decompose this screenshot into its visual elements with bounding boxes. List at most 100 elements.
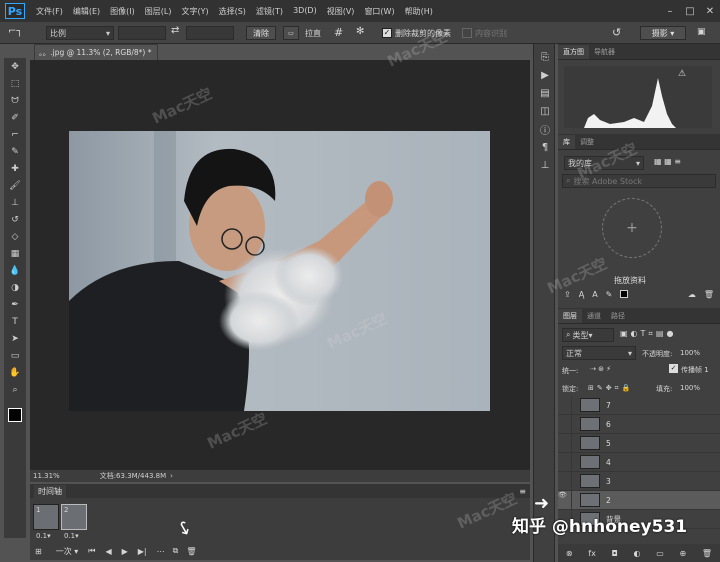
content-aware-checkbox[interactable] bbox=[462, 28, 472, 38]
layout-icon[interactable]: ▣ bbox=[697, 27, 706, 37]
fx-icon[interactable]: fx bbox=[588, 549, 596, 558]
unify-icons[interactable]: ⇢ ⊛ ⚡ bbox=[590, 365, 611, 373]
adjustment-icon[interactable]: ◐ bbox=[634, 549, 641, 558]
timeline-title[interactable]: 时间轴 bbox=[34, 484, 66, 498]
loop-select[interactable]: 一次 ▾ bbox=[56, 546, 79, 557]
type-tool-icon[interactable]: T bbox=[4, 313, 26, 330]
crop-tool-icon[interactable]: ⌐┐ bbox=[8, 26, 22, 37]
eraser-tool-icon[interactable]: ◇ bbox=[4, 228, 26, 245]
visibility-icon[interactable] bbox=[558, 471, 572, 491]
opacity-value[interactable]: 100% bbox=[680, 349, 700, 357]
eyedropper-tool-icon[interactable]: ✎ bbox=[4, 143, 26, 160]
warning-icon[interactable]: ⚠ bbox=[678, 69, 686, 79]
play-icon[interactable]: ▶ bbox=[122, 547, 128, 556]
brush-icon[interactable]: ✎ bbox=[606, 290, 613, 299]
text-style-icon[interactable]: Ą bbox=[579, 290, 584, 299]
timeline-frame[interactable]: 1 bbox=[33, 504, 59, 530]
fill-value[interactable]: 100% bbox=[680, 384, 700, 392]
frame-delay[interactable]: 0.1▾ bbox=[64, 532, 79, 540]
delete-cropped-checkbox[interactable]: ✓ bbox=[382, 28, 392, 38]
menu-item[interactable]: 编辑(E) bbox=[68, 6, 105, 17]
height-input[interactable] bbox=[186, 26, 234, 40]
straighten-icon[interactable]: ▭ bbox=[283, 26, 299, 40]
path-select-tool-icon[interactable]: ➤ bbox=[4, 330, 26, 347]
menu-item[interactable]: 文件(F) bbox=[31, 6, 68, 17]
lock-icons[interactable]: ⊞✎✥⌗🔒 bbox=[588, 384, 633, 393]
timeline-frame-selected[interactable]: 2 bbox=[61, 504, 87, 530]
tab-histogram[interactable]: 直方图 bbox=[558, 45, 589, 59]
blur-tool-icon[interactable]: 💧 bbox=[4, 262, 26, 279]
dodge-tool-icon[interactable]: ◑ bbox=[4, 279, 26, 296]
layer-row[interactable]: 7 bbox=[558, 395, 720, 415]
pen-tool-icon[interactable]: ✒ bbox=[4, 296, 26, 313]
menu-item[interactable]: 帮助(H) bbox=[400, 6, 438, 17]
layer-kind-filter[interactable]: ⌕ 类型 ▾ bbox=[562, 328, 614, 342]
character-icon[interactable]: ¶ bbox=[534, 138, 556, 156]
reset-icon[interactable]: ↺ bbox=[612, 26, 621, 39]
visibility-icon[interactable]: 👁 bbox=[558, 490, 572, 510]
play-action-icon[interactable]: ▶ bbox=[534, 66, 556, 84]
visibility-icon[interactable] bbox=[558, 433, 572, 453]
library-select[interactable]: 我的库 ▾ bbox=[564, 156, 644, 170]
width-input[interactable] bbox=[118, 26, 166, 40]
brush-tool-icon[interactable]: 🖌 bbox=[4, 177, 26, 194]
blend-mode-select[interactable]: 正常 ▾ bbox=[562, 346, 636, 360]
tab-navigator[interactable]: 导航器 bbox=[589, 45, 620, 59]
tween-icon[interactable]: ⋯ bbox=[157, 547, 165, 556]
visibility-icon[interactable] bbox=[558, 395, 572, 415]
color-swatches[interactable] bbox=[8, 408, 22, 422]
upload-icon[interactable]: ⇪ bbox=[564, 290, 571, 299]
workspace-select[interactable]: 摄影 ▾ bbox=[640, 26, 686, 40]
clear-button[interactable]: 清除 bbox=[246, 26, 276, 40]
swap-icon[interactable]: ⇄ bbox=[171, 25, 179, 36]
healing-tool-icon[interactable]: ✚ bbox=[4, 160, 26, 177]
history-icon[interactable]: ⎘ bbox=[534, 48, 556, 66]
menu-item[interactable]: 3D(D) bbox=[288, 6, 322, 17]
prev-frame-icon[interactable]: ◀ bbox=[105, 547, 111, 556]
stamp-tool-icon[interactable]: ⊥ bbox=[4, 194, 26, 211]
panel-menu-icon[interactable]: ≡ bbox=[519, 487, 526, 496]
trash-icon[interactable]: 🗑 bbox=[702, 549, 712, 558]
close-icon[interactable]: ✕ bbox=[700, 6, 720, 17]
mask-icon[interactable]: ◘ bbox=[612, 549, 618, 558]
filter-icons[interactable]: ▣◐T⌗▤● bbox=[620, 329, 676, 339]
first-frame-icon[interactable]: ⏮ bbox=[88, 546, 95, 556]
trash-icon[interactable]: 🗑 bbox=[186, 547, 196, 556]
view-icons[interactable]: ▦ ▦ ≡ bbox=[654, 157, 681, 166]
properties-icon[interactable]: ▤ bbox=[534, 84, 556, 102]
shape-tool-icon[interactable]: ▭ bbox=[4, 347, 26, 364]
layer-row[interactable]: 5 bbox=[558, 433, 720, 453]
adjust-icon[interactable]: ◫ bbox=[534, 102, 556, 120]
visibility-icon[interactable] bbox=[558, 414, 572, 434]
stock-search-input[interactable]: ⌕ 搜索 Adobe Stock bbox=[562, 174, 716, 188]
next-frame-icon[interactable]: ▶| bbox=[138, 547, 147, 556]
add-asset-icon[interactable]: + bbox=[602, 198, 662, 258]
menu-item[interactable]: 文字(Y) bbox=[176, 6, 213, 17]
menu-item[interactable]: 选择(S) bbox=[214, 6, 251, 17]
ratio-select[interactable]: 比例 ▾ bbox=[46, 26, 114, 40]
tab-channels[interactable]: 通道 bbox=[582, 309, 606, 323]
color-swatch[interactable] bbox=[620, 290, 629, 298]
document-tab[interactable]: 。。.jpg @ 11.3% (2, RGB/8*) * bbox=[34, 44, 158, 60]
grid-overlay-icon[interactable]: # bbox=[334, 26, 343, 39]
menu-item[interactable]: 视图(V) bbox=[322, 6, 360, 17]
menu-item[interactable]: 滤镜(T) bbox=[251, 6, 288, 17]
zoom-value[interactable]: 11.31% bbox=[33, 472, 60, 480]
layer-row[interactable]: 6 bbox=[558, 414, 720, 434]
stamp-icon[interactable]: ⊥ bbox=[534, 156, 556, 174]
gear-icon[interactable]: ✻ bbox=[356, 26, 364, 37]
char-icon[interactable]: A bbox=[592, 290, 597, 299]
gradient-tool-icon[interactable]: ▦ bbox=[4, 245, 26, 262]
document-image[interactable] bbox=[69, 131, 490, 411]
minimize-icon[interactable]: – bbox=[660, 6, 680, 17]
menu-item[interactable]: 图层(L) bbox=[140, 6, 177, 17]
move-tool-icon[interactable]: ✥ bbox=[4, 58, 26, 75]
zoom-tool-icon[interactable]: ⌕ bbox=[4, 381, 26, 398]
tab-layers[interactable]: 图层 bbox=[558, 309, 582, 323]
hand-tool-icon[interactable]: ✋ bbox=[4, 364, 26, 381]
tab-paths[interactable]: 路径 bbox=[606, 309, 630, 323]
trash-icon[interactable]: 🗑 bbox=[704, 290, 714, 299]
link-icon[interactable]: ⊗ bbox=[566, 549, 573, 558]
crop-tool-icon[interactable]: ⌐ bbox=[4, 126, 26, 143]
propagate-checkbox[interactable]: ✓ bbox=[669, 364, 678, 373]
